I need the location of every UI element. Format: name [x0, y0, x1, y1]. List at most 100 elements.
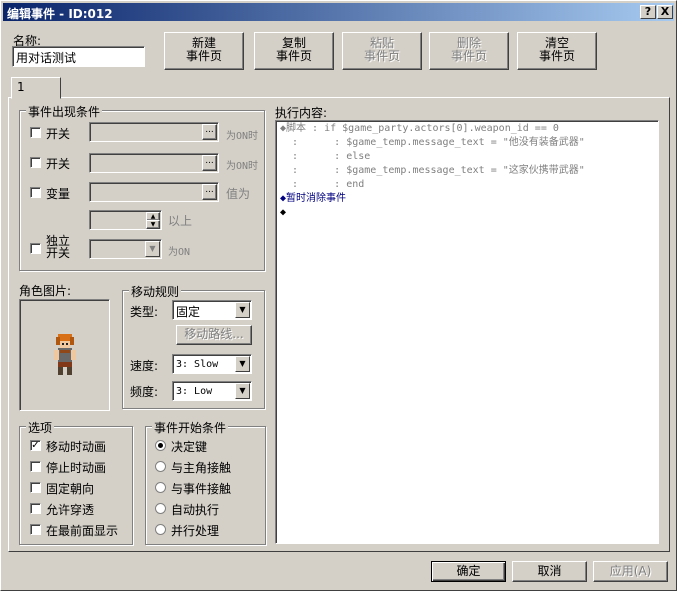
move-route-button[interactable]: 移动路线... [176, 325, 252, 345]
variable-browse-button[interactable]: ... [202, 184, 217, 200]
option-checkbox[interactable] [30, 461, 41, 472]
title-bar[interactable]: 编辑事件 - ID:012 ? X [3, 3, 674, 21]
tab-page-1[interactable]: 1 [11, 77, 61, 99]
switch1-field[interactable]: ... [89, 122, 219, 142]
trigger-label: 自动执行 [171, 503, 220, 517]
trigger-item[interactable]: 自动执行 [155, 500, 260, 518]
option-item[interactable]: 停止时动画 [30, 458, 130, 476]
command-line[interactable]: : : $game_temp.message_text = "他没有装备武器" [280, 136, 585, 150]
variable-value-spinner[interactable]: ▲ ▼ [89, 210, 162, 230]
switch1-label: 开关 [46, 127, 71, 141]
spinner-down-icon[interactable]: ▼ [146, 220, 160, 229]
close-button[interactable]: X [657, 5, 673, 19]
trigger-title: 事件开始条件 [152, 419, 229, 436]
switch2-checkbox[interactable] [30, 157, 41, 168]
self-switch-label: 独立 开关 [46, 235, 70, 259]
command-line[interactable]: : : $game_temp.message_text = "这家伙携带武器" [280, 164, 585, 178]
option-label: 移动时动画 [46, 440, 107, 454]
command-line[interactable]: : : else [280, 150, 370, 164]
copy-page-label-2: 事件页 [275, 49, 312, 63]
variable-label: 变量 [46, 187, 71, 201]
option-item[interactable]: 在最前面显示 [30, 521, 130, 539]
self-switch-checkbox[interactable] [30, 243, 41, 254]
name-input-value: 用对话测试 [16, 51, 77, 65]
delete-page-label-2: 事件页 [450, 49, 487, 63]
trigger-radio[interactable] [155, 440, 166, 451]
paste-page-label-2: 事件页 [363, 49, 400, 63]
movement-title: 移动规则 [129, 283, 182, 300]
move-type-select[interactable]: 固定 ▼ [172, 300, 252, 320]
move-speed-dropdown-icon[interactable]: ▼ [235, 356, 250, 372]
window-title: 编辑事件 - ID:012 [7, 7, 113, 21]
commands-label: 执行内容: [275, 106, 328, 120]
move-type-dropdown-icon[interactable]: ▼ [235, 302, 250, 318]
conditions-title: 事件出现条件 [26, 103, 103, 120]
option-checkbox[interactable] [30, 482, 41, 493]
move-speed-value: 3: Slow [176, 359, 219, 370]
trigger-item[interactable]: 并行处理 [155, 521, 260, 539]
trigger-radio[interactable] [155, 461, 166, 472]
option-item[interactable]: 允许穿透 [30, 500, 130, 518]
self-switch-label-2: 开关 [46, 246, 71, 260]
trigger-radio[interactable] [155, 524, 166, 535]
trigger-label: 与主角接触 [171, 461, 232, 475]
trigger-item[interactable]: 决定键 [155, 437, 260, 455]
self-switch-dropdown-icon[interactable]: ▼ [145, 241, 160, 257]
command-line[interactable]: ◆暂时消除事件 [280, 192, 346, 206]
command-line[interactable]: ◆ [280, 206, 286, 220]
move-freq-label: 频度: [130, 385, 159, 399]
switch2-suffix: 为ON时 [226, 161, 259, 172]
option-item[interactable]: ✓ 移动时动画 [30, 437, 130, 455]
ok-button[interactable]: 确定 [431, 561, 506, 582]
switch1-browse-button[interactable]: ... [202, 124, 217, 140]
variable-value-suffix: 以上 [168, 214, 193, 228]
variable-checkbox[interactable] [30, 187, 41, 198]
clear-page-label-2: 事件页 [538, 49, 575, 63]
tab-page-1-label: 1 [17, 80, 25, 94]
copy-page-button[interactable]: 复制 事件页 [254, 32, 334, 70]
option-label: 允许穿透 [46, 503, 95, 517]
move-speed-label: 速度: [130, 359, 159, 373]
character-graphic[interactable] [19, 299, 110, 411]
option-checkbox[interactable] [30, 503, 41, 514]
move-freq-select[interactable]: 3: Low ▼ [172, 381, 252, 401]
variable-field[interactable]: ... [89, 182, 219, 202]
self-switch-suffix: 为ON [168, 247, 191, 258]
trigger-label: 并行处理 [171, 524, 220, 538]
trigger-radio[interactable] [155, 503, 166, 514]
self-switch-select[interactable]: ▼ [89, 239, 162, 259]
switch2-field[interactable]: ... [89, 153, 219, 173]
command-list[interactable]: ◆脚本 : if $game_party.actors[0].weapon_id… [275, 120, 659, 544]
move-freq-value: 3: Low [176, 386, 213, 397]
graphic-label: 角色图片: [19, 284, 72, 298]
command-line[interactable]: : : end [280, 178, 364, 192]
help-button[interactable]: ? [640, 5, 656, 19]
move-type-value: 固定 [176, 305, 201, 319]
clear-page-button[interactable]: 清空 事件页 [517, 32, 597, 70]
name-input[interactable]: 用对话测试 [12, 46, 145, 67]
new-page-button[interactable]: 新建 事件页 [164, 32, 244, 70]
new-page-label-2: 事件页 [185, 49, 222, 63]
trigger-item[interactable]: 与事件接触 [155, 479, 260, 497]
option-checkbox[interactable]: ✓ [30, 440, 41, 451]
option-label: 在最前面显示 [46, 524, 119, 538]
delete-page-button[interactable]: 删除 事件页 [429, 32, 509, 70]
option-item[interactable]: 固定朝向 [30, 479, 130, 497]
trigger-item[interactable]: 与主角接触 [155, 458, 260, 476]
cancel-button[interactable]: 取消 [512, 561, 587, 582]
move-freq-dropdown-icon[interactable]: ▼ [235, 383, 250, 399]
switch1-checkbox[interactable] [30, 127, 41, 138]
trigger-radio[interactable] [155, 482, 166, 493]
option-checkbox[interactable] [30, 524, 41, 535]
event-editor-window: 编辑事件 - ID:012 ? X 名称: 用对话测试 新建 事件页 复制 事件… [0, 0, 677, 591]
option-label: 停止时动画 [46, 461, 107, 475]
switch1-suffix: 为ON时 [226, 131, 259, 142]
paste-page-button[interactable]: 粘贴 事件页 [342, 32, 422, 70]
command-line[interactable]: ◆脚本 : if $game_party.actors[0].weapon_id… [280, 122, 559, 136]
trigger-label: 与事件接触 [171, 482, 232, 496]
apply-button[interactable]: 应用(A) [593, 561, 668, 582]
move-speed-select[interactable]: 3: Slow ▼ [172, 354, 252, 374]
variable-suffix: 值为 [226, 187, 251, 201]
option-label: 固定朝向 [46, 482, 95, 496]
switch2-browse-button[interactable]: ... [202, 155, 217, 171]
